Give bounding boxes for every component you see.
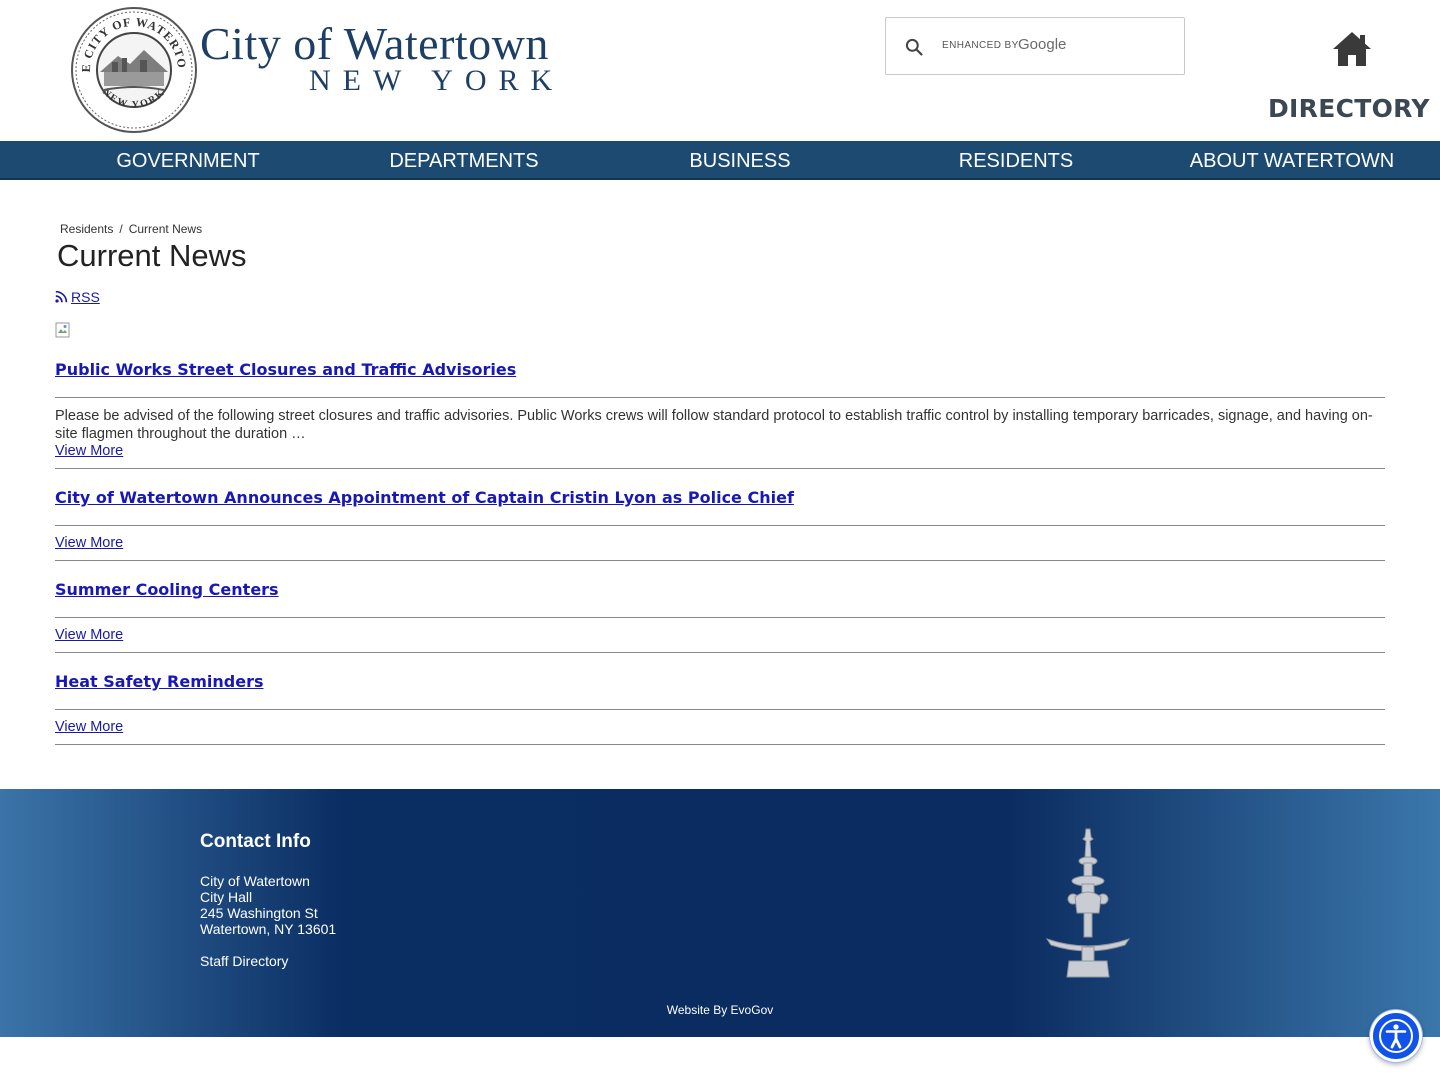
- evogov-credit-link[interactable]: Website By EvoGov: [0, 1003, 1440, 1017]
- main-nav: GOVERNMENT DEPARTMENTS BUSINESS RESIDENT…: [0, 141, 1440, 180]
- news-title-link[interactable]: Summer Cooling Centers: [55, 580, 279, 599]
- page-title: Current News: [57, 238, 247, 273]
- news-divider: [55, 560, 1385, 561]
- rss-icon: [55, 290, 68, 303]
- breadcrumb-separator: /: [119, 222, 123, 236]
- directory-link[interactable]: DIRECTORY: [1268, 94, 1430, 123]
- search-input[interactable]: [1076, 30, 1176, 64]
- footer-address-line: 245 Washington St: [200, 905, 318, 921]
- news-summary: Please be advised of the following stree…: [55, 408, 1373, 442]
- view-more-link[interactable]: View More: [55, 443, 123, 459]
- site-subtitle: NEW YORK: [309, 64, 565, 97]
- nav-residents[interactable]: RESIDENTS: [916, 141, 1116, 180]
- rss-label: RSS: [71, 289, 100, 305]
- view-more-link[interactable]: View More: [55, 535, 123, 551]
- news-divider: [55, 652, 1385, 653]
- news-title-link[interactable]: Heat Safety Reminders: [55, 672, 263, 691]
- rss-link[interactable]: RSS: [55, 289, 100, 305]
- footer-address-line: City Hall: [200, 889, 253, 905]
- news-title-link[interactable]: City of Watertown Announces Appointment …: [55, 488, 794, 507]
- site-footer: Contact Info City of Watertown City Hall…: [0, 789, 1440, 1037]
- footer-address-line: City of Watertown: [200, 873, 310, 889]
- nav-departments[interactable]: DEPARTMENTS: [364, 141, 564, 180]
- breadcrumb-residents[interactable]: Residents: [60, 222, 113, 236]
- staff-directory-link[interactable]: Staff Directory: [200, 953, 288, 969]
- search-enhanced-label: ENHANCED BY: [942, 40, 1019, 51]
- site-search[interactable]: ENHANCED BY Google: [885, 17, 1185, 75]
- city-seal-icon[interactable]: THE CITY OF WATERTOWN NEW YORK: [70, 6, 198, 134]
- news-divider: [55, 468, 1385, 469]
- news-title-link[interactable]: Public Works Street Closures and Traffic…: [55, 360, 516, 379]
- accessibility-icon: [1379, 1019, 1413, 1053]
- nav-government[interactable]: GOVERNMENT: [88, 141, 288, 180]
- footer-address-line: Watertown, NY 13601: [200, 921, 337, 937]
- news-divider: [55, 525, 1385, 526]
- broken-image-icon: [55, 322, 70, 338]
- breadcrumb: Residents / Current News: [60, 222, 202, 236]
- news-divider: [55, 744, 1385, 745]
- news-divider: [55, 397, 1385, 398]
- news-divider: [55, 709, 1385, 710]
- breadcrumb-current-news: Current News: [128, 222, 203, 236]
- site-header: THE CITY OF WATERTOWN NEW YORK City of W…: [0, 0, 1440, 141]
- search-google-label: Google: [1018, 36, 1067, 53]
- search-icon[interactable]: [904, 37, 924, 57]
- site-title[interactable]: City of Watertown: [200, 18, 549, 70]
- accessibility-button[interactable]: [1370, 1010, 1422, 1062]
- view-more-link[interactable]: View More: [55, 627, 123, 643]
- news-divider: [55, 617, 1385, 618]
- footer-heading: Contact Info: [200, 831, 311, 852]
- nav-business[interactable]: BUSINESS: [640, 141, 840, 180]
- nav-about-watertown[interactable]: ABOUT WATERTOWN: [1176, 141, 1408, 180]
- home-icon[interactable]: [1331, 30, 1373, 68]
- fountain-icon: [1045, 828, 1131, 978]
- view-more-link[interactable]: View More: [55, 719, 123, 735]
